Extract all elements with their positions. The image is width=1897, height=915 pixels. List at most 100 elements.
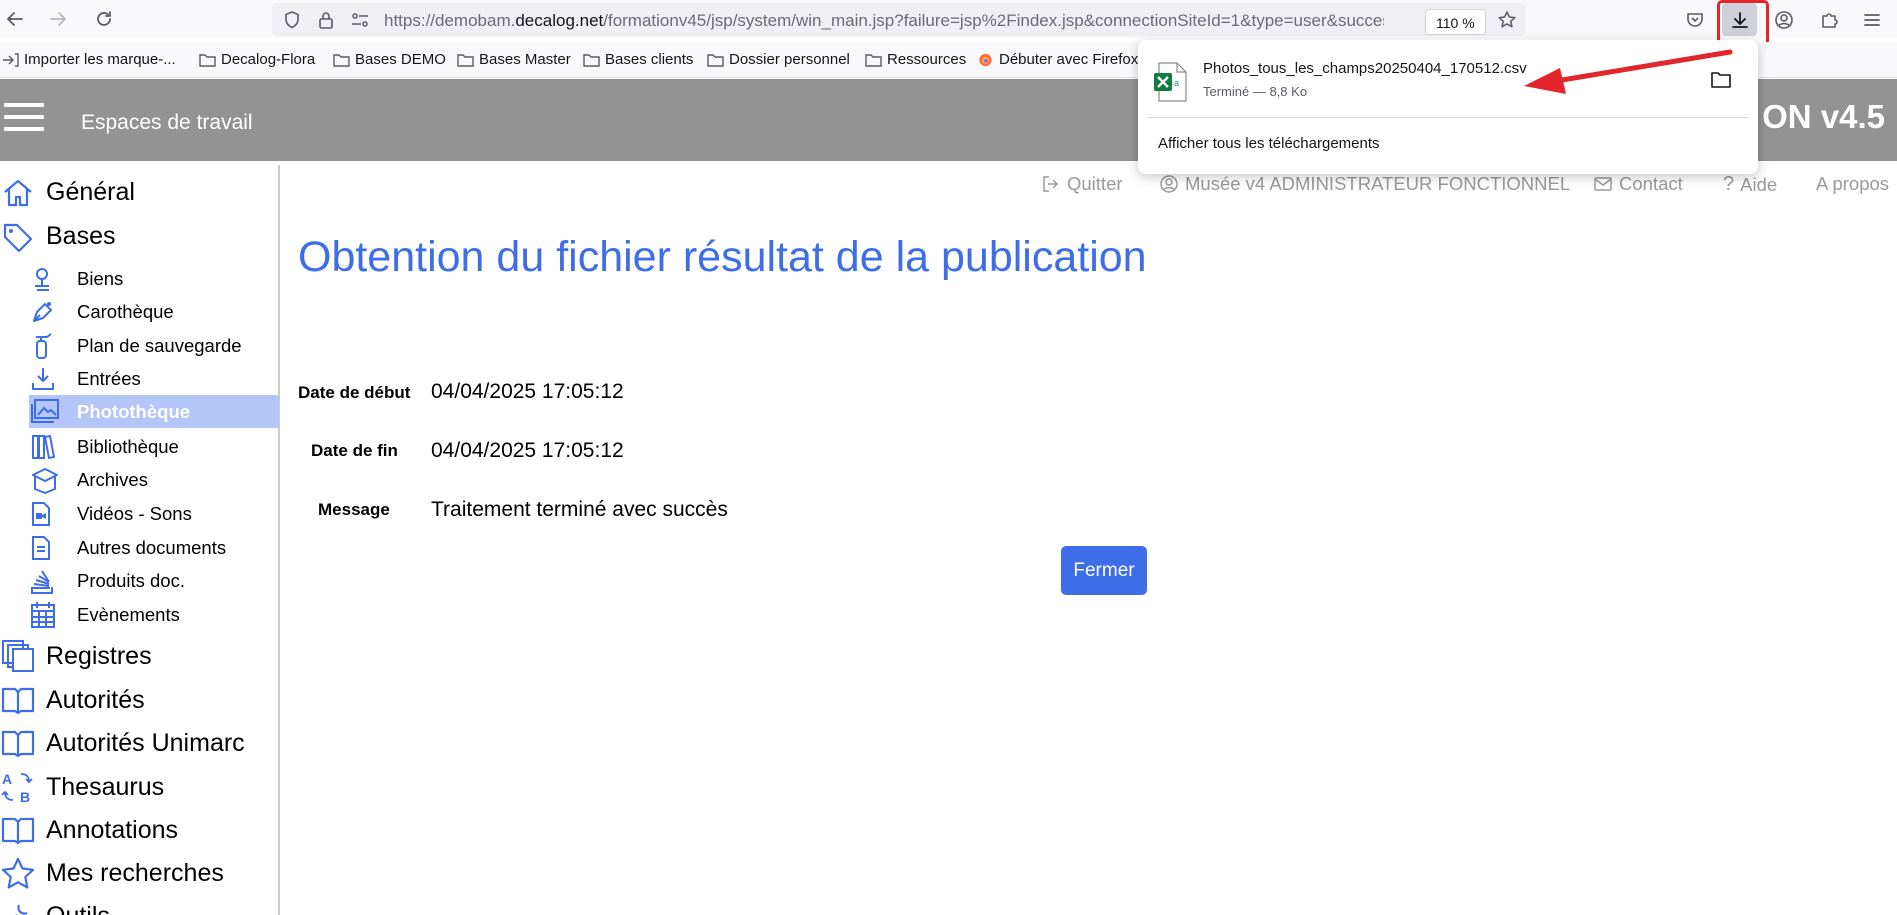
folder-icon[interactable] — [1710, 70, 1732, 90]
sidebar-label: Autorités — [46, 685, 145, 714]
svg-text:B: B — [20, 789, 30, 804]
help-link[interactable]: ? Aide — [1723, 173, 1777, 196]
sidebar-label: Archives — [77, 469, 148, 490]
hamburger-bar — [4, 115, 44, 119]
sidebar-item-produits-doc[interactable]: Produits doc. — [0, 567, 279, 595]
star-icon — [1, 857, 35, 889]
inbox-download-icon — [32, 368, 54, 390]
bookmark-ressources[interactable]: Ressources — [865, 51, 966, 68]
fire-extinguisher-icon — [36, 333, 52, 359]
bookmark-import[interactable]: Importer les marque-... — [2, 51, 176, 68]
menu-button[interactable] — [1858, 6, 1886, 34]
document-icon — [32, 536, 50, 560]
sidebar-item-carotheque[interactable]: Carothèque — [0, 298, 279, 326]
hamburger-bar — [4, 103, 44, 107]
url-prefix: https://demobam. — [384, 11, 516, 30]
open-book-icon — [1, 687, 35, 715]
show-all-downloads-link[interactable]: Afficher tous les téléchargements — [1158, 135, 1380, 152]
sidebar-label: Thesaurus — [46, 772, 165, 801]
sidebar-item-autorites-unimarc[interactable]: Autorités Unimarc — [0, 726, 279, 760]
close-button[interactable]: Fermer — [1061, 546, 1147, 595]
sidebar-item-general[interactable]: Général — [0, 176, 279, 208]
bookmark-label: Ressources — [887, 51, 967, 68]
pen-nib-icon — [33, 302, 52, 322]
divider — [1148, 117, 1748, 118]
reload-icon — [97, 11, 111, 26]
sidebar-item-mes-recherches[interactable]: Mes recherches — [0, 856, 279, 890]
bookmark-debuter-firefox[interactable]: Débuter avec Firefox — [977, 51, 1138, 68]
url-bar[interactable]: https://demobam.decalog.net/formationv45… — [272, 3, 1526, 36]
bookmark-decalog-flora[interactable]: Decalog-Flora — [199, 51, 315, 68]
sidebar-label: Photothèque — [77, 400, 191, 422]
sidebar-label: Bases — [46, 221, 116, 250]
help-label: Aide — [1740, 173, 1778, 195]
app-menu-button[interactable] — [4, 103, 44, 135]
folder-icon — [199, 53, 216, 67]
lock-icon[interactable] — [316, 10, 336, 30]
bookmark-bases-master[interactable]: Bases Master — [457, 51, 571, 68]
stack-icon — [31, 570, 53, 594]
bookmark-label: Débuter avec Firefox — [999, 51, 1139, 68]
about-link[interactable]: A propos — [1816, 173, 1889, 195]
bookmark-bases-clients[interactable]: Bases clients — [583, 51, 693, 68]
back-button[interactable] — [0, 4, 30, 34]
browser-toolbar: https://demobam.decalog.net/formationv45… — [0, 0, 1897, 38]
url-text[interactable]: https://demobam.decalog.net/formationv45… — [384, 11, 1384, 31]
user-link[interactable]: Musée v4 ADMINISTRATEUR FONCTIONNEL — [1159, 173, 1570, 195]
sidebar-item-autorites[interactable]: Autorités — [0, 683, 279, 717]
quit-link[interactable]: Quitter — [1041, 173, 1123, 195]
extensions-button[interactable] — [1815, 6, 1843, 34]
video-file-icon — [32, 502, 50, 526]
sidebar-item-bibliotheque[interactable]: Bibliothèque — [0, 433, 279, 461]
arrow-right-icon — [50, 12, 66, 26]
sidebar-item-outils[interactable]: Outils — [0, 899, 279, 915]
images-icon — [31, 399, 59, 423]
download-filename: Photos_tous_les_champs20250404_170512.cs… — [1203, 60, 1527, 77]
tools-icon — [15, 904, 28, 915]
excel-file-icon: a — [1154, 62, 1187, 102]
message-value: Traitement terminé avec succès — [431, 498, 728, 521]
sidebar-label: Autres documents — [77, 537, 227, 558]
account-button[interactable] — [1770, 6, 1798, 34]
sidebar-item-phototheque[interactable]: Photothèque — [29, 395, 279, 428]
sidebar-item-entrees[interactable]: Entrées — [0, 365, 279, 393]
permissions-icon[interactable] — [350, 10, 370, 30]
bookmark-label: Importer les marque-... — [24, 51, 176, 68]
calendar-icon — [31, 602, 55, 628]
about-label: A propos — [1816, 173, 1890, 194]
sidebar-item-videos-sons[interactable]: Vidéos - Sons — [0, 500, 279, 528]
zoom-indicator[interactable]: 110 % — [1425, 9, 1486, 35]
shield-icon[interactable] — [282, 10, 302, 30]
sidebar-item-plan-sauvegarde[interactable]: Plan de sauvegarde — [0, 332, 279, 360]
arrow-left-icon — [7, 12, 23, 26]
downloads-panel: a Photos_tous_les_champs20250404_170512.… — [1138, 40, 1758, 174]
sidebar-label: Outils — [46, 902, 110, 915]
star-icon[interactable] — [1497, 10, 1517, 30]
contact-link[interactable]: Contact — [1593, 173, 1683, 195]
forward-button[interactable] — [43, 4, 73, 34]
bookmark-bases-demo[interactable]: Bases DEMO — [333, 51, 446, 68]
sidebar-item-registres[interactable]: Registres — [0, 639, 279, 673]
pocket-button[interactable] — [1681, 6, 1709, 34]
sidebar-item-autres-documents[interactable]: Autres documents — [0, 534, 279, 562]
user-label: Musée v4 ADMINISTRATEUR FONCTIONNEL — [1185, 173, 1571, 194]
sidebar-label: Autorités Unimarc — [46, 728, 245, 757]
folder-icon — [707, 53, 724, 67]
folder-icon — [865, 53, 882, 67]
sidebar-label: Vidéos - Sons — [77, 503, 192, 524]
bookmark-dossier-personnel[interactable]: Dossier personnel — [707, 51, 850, 68]
sidebar-item-bases[interactable]: Bases — [0, 220, 279, 252]
svg-text:a: a — [1174, 78, 1179, 88]
bookmark-label: Bases DEMO — [355, 51, 446, 68]
sidebar-item-annotations[interactable]: Annotations — [0, 813, 279, 847]
reload-button[interactable] — [89, 4, 119, 34]
sidebar-item-thesaurus[interactable]: AB Thesaurus — [0, 770, 279, 804]
account-icon — [1775, 11, 1793, 29]
sidebar-item-archives[interactable]: Archives — [0, 466, 279, 494]
sidebar-item-evenements[interactable]: Evènements — [0, 601, 279, 629]
hamburger-menu-icon — [1864, 14, 1880, 26]
sidebar-item-biens[interactable]: Biens — [0, 265, 279, 293]
end-date-value: 04/04/2025 17:05:12 — [431, 439, 624, 462]
workspace-title[interactable]: Espaces de travail — [81, 111, 253, 135]
home-icon — [4, 179, 32, 207]
